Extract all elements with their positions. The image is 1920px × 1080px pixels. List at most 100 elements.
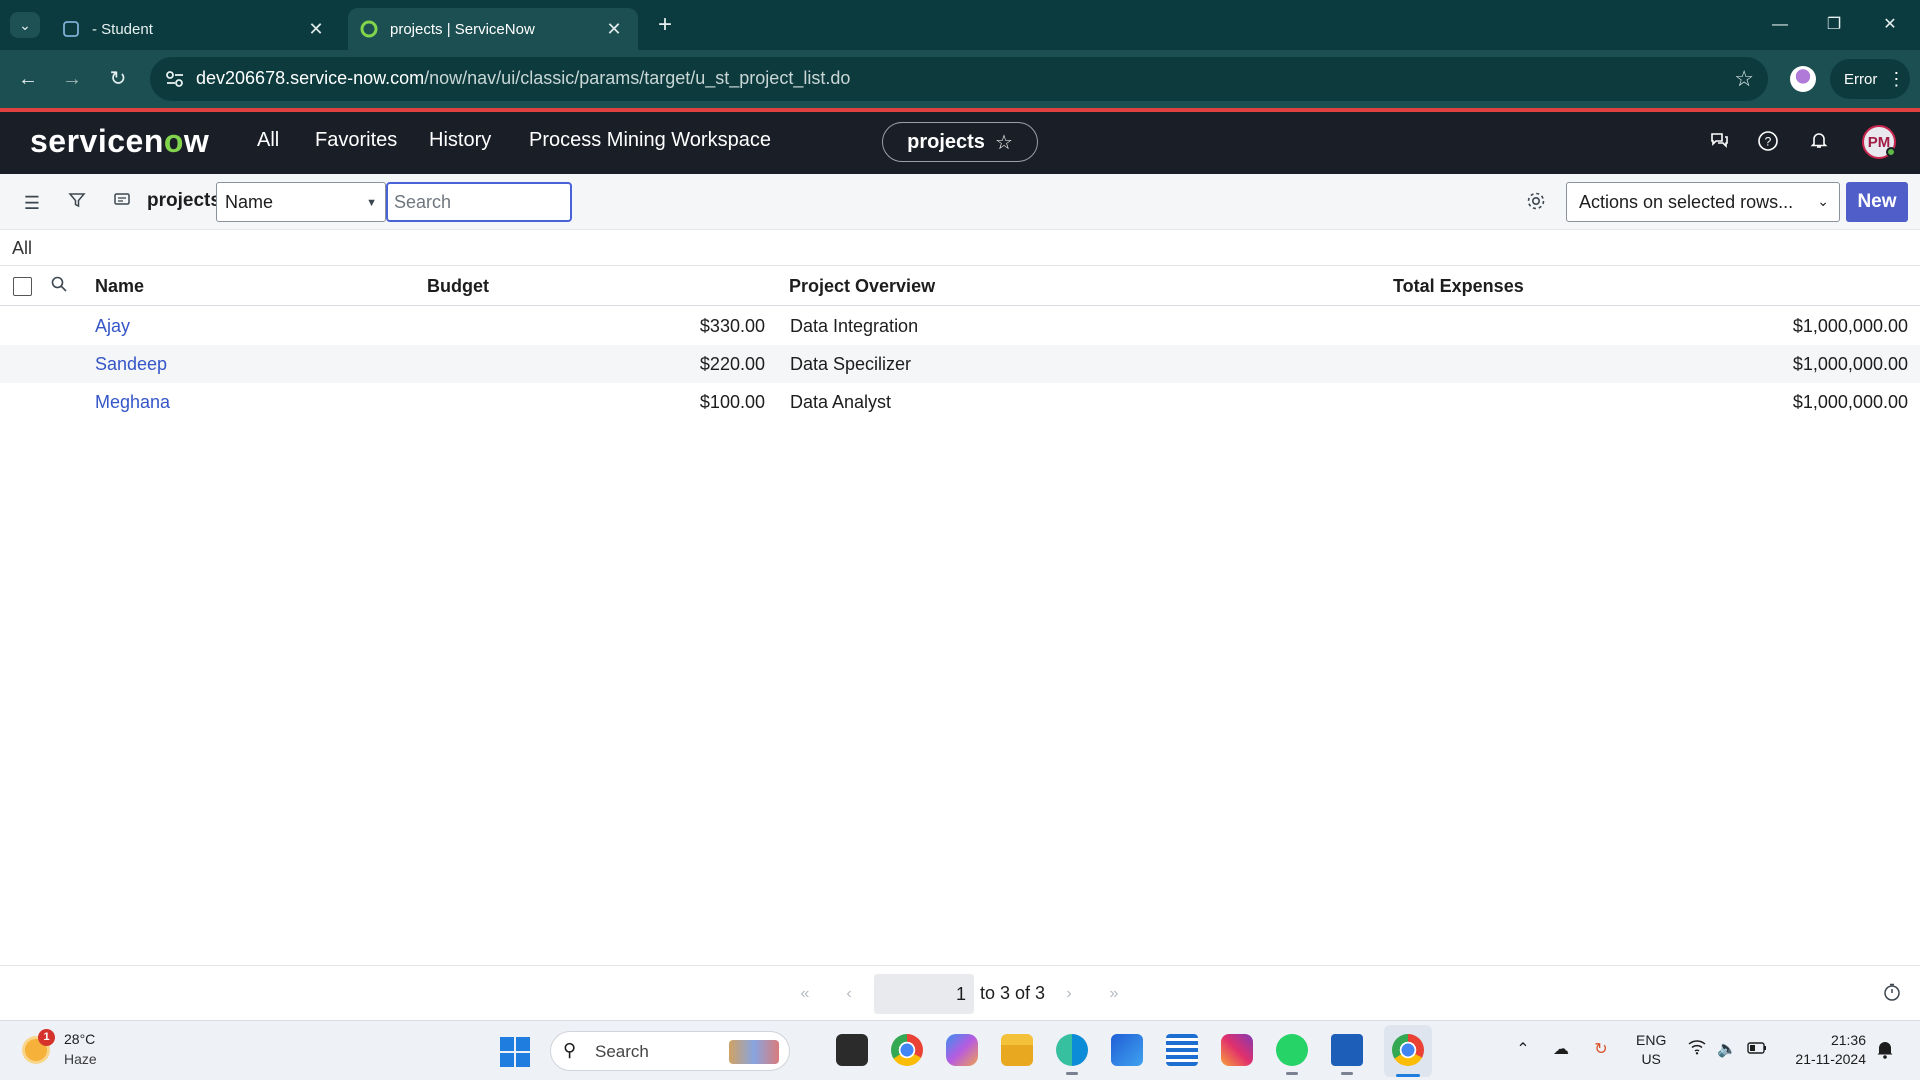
context-title-pill[interactable]: projects ☆ — [882, 122, 1038, 162]
clock-time: 21:36 — [1830, 1032, 1866, 1048]
column-search-icon[interactable] — [50, 275, 68, 298]
battery-icon[interactable] — [1746, 1039, 1768, 1061]
close-window-icon[interactable]: ✕ — [1870, 10, 1910, 40]
chat-icon[interactable] — [1705, 130, 1733, 158]
servicenow-favicon-icon — [360, 20, 378, 38]
edge-icon[interactable] — [1056, 1034, 1088, 1075]
notification-bell-icon[interactable] — [1876, 1039, 1894, 1064]
logo-o: o — [163, 123, 184, 159]
bookmark-star-icon[interactable]: ☆ — [1734, 66, 1754, 92]
first-page-icon[interactable]: « — [793, 982, 817, 1006]
volume-icon[interactable]: 🔈 — [1716, 1039, 1738, 1061]
logo-text-end: w — [183, 123, 210, 159]
profile-error-button[interactable]: Error ⋮ — [1830, 59, 1910, 99]
nav-process-mining-workspace[interactable]: Process Mining Workspace — [529, 129, 771, 152]
new-tab-plus-icon[interactable]: + — [650, 10, 680, 40]
row-name-link[interactable]: Ajay — [95, 316, 130, 337]
divider — [0, 965, 1920, 966]
help-icon[interactable]: ? — [1754, 130, 1782, 158]
page-number-input[interactable]: 1 — [874, 974, 974, 1014]
user-avatar[interactable]: PM — [1862, 125, 1896, 159]
taskbar-search-box[interactable]: ⚲ Search — [550, 1031, 790, 1071]
next-page-icon[interactable]: › — [1057, 982, 1081, 1006]
previous-page-icon[interactable]: ‹ — [837, 982, 861, 1006]
search-field-select[interactable]: Name ▼ — [216, 182, 386, 222]
forward-arrow-icon[interactable]: → — [56, 64, 88, 94]
breadcrumb-all[interactable]: All — [12, 238, 32, 259]
nav-history[interactable]: History — [429, 129, 491, 152]
notepad-icon[interactable] — [1166, 1034, 1198, 1066]
whatsapp-icon[interactable] — [1276, 1034, 1308, 1075]
new-record-button[interactable]: New — [1846, 182, 1908, 222]
language-indicator[interactable]: ENG US — [1636, 1031, 1666, 1069]
notification-bell-icon[interactable] — [1805, 130, 1833, 158]
list-search-input[interactable] — [386, 182, 572, 222]
search-highlight-icon — [729, 1040, 779, 1064]
column-header-budget[interactable]: Budget — [427, 276, 489, 297]
wifi-icon[interactable] — [1686, 1039, 1708, 1061]
browser-menu-kebab-icon[interactable]: ⋮ — [1887, 69, 1905, 90]
weather-temperature[interactable]: 28°C — [64, 1031, 95, 1047]
tab-search-dropdown-icon[interactable]: ⌄ — [10, 12, 40, 38]
column-header-name[interactable]: Name — [95, 276, 144, 297]
student-tab-favicon-icon — [62, 20, 80, 38]
dropdown-caret-icon: ▼ — [366, 197, 377, 209]
page-range-text: to 3 of 3 — [980, 983, 1046, 1003]
nav-favorites[interactable]: Favorites — [315, 129, 397, 152]
show-hidden-icons-chevron-icon[interactable]: ⌃ — [1512, 1039, 1534, 1061]
response-time-icon[interactable] — [1880, 982, 1904, 1006]
close-tab-icon[interactable]: ✕ — [602, 19, 626, 40]
profile-error-label: Error — [1844, 70, 1878, 88]
browser-profile-avatar[interactable] — [1790, 66, 1816, 92]
onedrive-cloud-icon[interactable]: ☁ — [1550, 1039, 1572, 1061]
url-text: dev206678.service-now.com/now/nav/ui/cla… — [196, 68, 850, 89]
row-name-link[interactable]: Meghana — [95, 392, 170, 413]
weather-condition[interactable]: Haze — [64, 1051, 97, 1067]
microsoft-store-icon[interactable] — [1111, 1034, 1143, 1066]
browser-tab-projects[interactable]: projects | ServiceNow ✕ — [348, 8, 638, 50]
word-icon[interactable] — [1331, 1034, 1363, 1075]
file-explorer-dark-icon[interactable] — [836, 1034, 868, 1066]
column-header-total-expenses[interactable]: Total Expenses — [1393, 276, 1524, 297]
select-all-checkbox[interactable] — [13, 277, 32, 296]
actions-on-selected-rows-select[interactable]: Actions on selected rows... ⌄ — [1566, 182, 1840, 222]
activity-stream-icon[interactable] — [110, 191, 134, 215]
minimize-window-icon[interactable]: — — [1760, 10, 1800, 40]
close-tab-icon[interactable]: ✕ — [304, 19, 328, 40]
chrome-icon[interactable] — [891, 1034, 923, 1066]
last-page-icon[interactable]: » — [1102, 982, 1126, 1006]
back-arrow-icon[interactable]: ← — [12, 64, 44, 94]
copilot-icon[interactable] — [946, 1034, 978, 1066]
tab-title: projects | ServiceNow — [390, 20, 535, 38]
url-host: dev206678.service-now.com — [196, 68, 425, 88]
list-title: projects — [147, 190, 221, 211]
folder-icon[interactable] — [1001, 1034, 1033, 1066]
favorite-star-icon[interactable]: ☆ — [995, 130, 1013, 155]
search-icon: ⚲ — [563, 1040, 577, 1060]
chevron-down-icon: ⌄ — [1817, 193, 1829, 209]
list-settings-gear-icon[interactable] — [1523, 190, 1549, 216]
windows-start-icon[interactable] — [500, 1037, 530, 1067]
sync-icon[interactable]: ↻ — [1590, 1039, 1612, 1061]
url-omnibox[interactable]: dev206678.service-now.com/now/nav/ui/cla… — [150, 57, 1768, 101]
browser-address-bar: ← → ↻ dev206678.service-now.com/now/nav/… — [0, 50, 1920, 108]
filter-funnel-icon[interactable] — [65, 191, 89, 215]
browser-tab-student[interactable]: - Student ✕ — [50, 8, 340, 50]
context-title: projects — [907, 130, 985, 153]
servicenow-logo[interactable]: servicenow — [30, 123, 209, 160]
row-budget: $100.00 — [699, 392, 765, 412]
column-header-project-overview[interactable]: Project Overview — [789, 276, 935, 297]
chrome-profile-icon[interactable] — [1392, 1034, 1424, 1066]
instagram-icon[interactable] — [1221, 1034, 1253, 1066]
site-settings-icon[interactable] — [164, 69, 186, 89]
reload-icon[interactable]: ↻ — [102, 64, 134, 94]
nav-all[interactable]: All — [257, 129, 279, 152]
logo-text: servicen — [30, 123, 164, 159]
servicenow-header: servicenow All Favorites History Process… — [0, 112, 1920, 174]
system-clock[interactable]: 21:36 21-11-2024 — [1780, 1031, 1866, 1069]
hamburger-menu-icon[interactable]: ☰ — [20, 191, 44, 215]
row-name-link[interactable]: Sandeep — [95, 354, 167, 375]
clock-date: 21-11-2024 — [1795, 1051, 1866, 1067]
restore-window-icon[interactable]: ❐ — [1814, 10, 1854, 40]
row-project-overview: Data Integration — [790, 316, 919, 336]
